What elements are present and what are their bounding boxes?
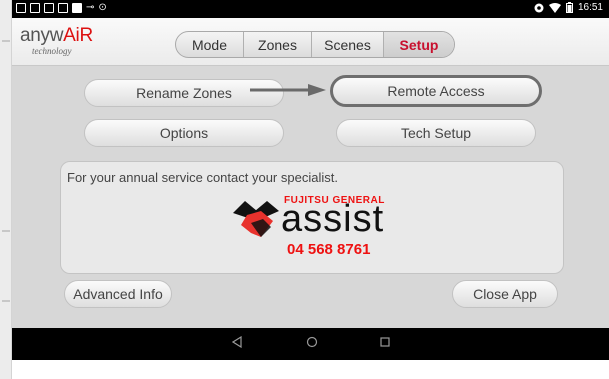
circle-home-icon[interactable] (306, 336, 318, 348)
status-bar: ⊸ ⊙ 16:51 (12, 0, 609, 18)
anywair-logo: anywAiR technology (20, 25, 93, 57)
system-nav-bar (12, 328, 609, 360)
image-icon (16, 3, 26, 13)
logo-prefix: anyw (20, 25, 64, 46)
edge-tick (2, 230, 10, 232)
location-icon (534, 3, 544, 12)
app-header: anywAiR technology Mode Zones Scenes Set… (12, 18, 609, 66)
service-contact-panel: For your annual service contact your spe… (60, 161, 564, 274)
tab-scenes[interactable]: Scenes (312, 32, 384, 57)
square-recents-icon[interactable] (380, 336, 390, 348)
handshake-icon (233, 201, 279, 237)
logo-suffix: AiR (63, 25, 93, 46)
image-icon (44, 3, 54, 13)
edge-tick (2, 40, 10, 42)
advanced-info-button[interactable]: Advanced Info (64, 280, 172, 308)
image-icon (58, 3, 68, 13)
tab-mode[interactable]: Mode (176, 32, 244, 57)
logo-subtitle: technology (32, 46, 72, 56)
wifi-icon (548, 2, 561, 13)
assist-word: assist (281, 198, 385, 240)
tech-setup-button[interactable]: Tech Setup (336, 119, 536, 147)
fujitsu-assist-logo: FUJITSU GENERAL assist 04 568 8761 (231, 195, 411, 265)
tab-zones[interactable]: Zones (244, 32, 312, 57)
service-message: For your annual service contact your spe… (67, 170, 338, 185)
tablet-screen: ⊸ ⊙ 16:51 anywAiR technology Mode Zones … (12, 0, 609, 360)
image-icon (30, 3, 40, 13)
triangle-back-icon[interactable] (232, 336, 242, 348)
usb-icon: ⊸ (86, 2, 95, 13)
options-button[interactable]: Options (84, 119, 284, 147)
left-edge-strip (0, 0, 12, 379)
arrow-right-icon (250, 84, 326, 96)
close-app-button[interactable]: Close App (452, 280, 558, 308)
main-tabs: Mode Zones Scenes Setup (175, 31, 455, 58)
notification-icons: ⊸ ⊙ (16, 3, 107, 13)
clock: 16:51 (577, 2, 603, 13)
system-icons: 16:51 (534, 2, 603, 13)
info-icon: ⊙ (98, 2, 107, 13)
app-area: anywAiR technology Mode Zones Scenes Set… (12, 18, 609, 328)
square-icon (72, 3, 82, 13)
remote-access-button[interactable]: Remote Access (330, 75, 542, 107)
battery-icon (565, 2, 573, 13)
service-phone: 04 568 8761 (287, 241, 371, 258)
tab-setup[interactable]: Setup (384, 32, 454, 57)
edge-tick (2, 300, 10, 302)
